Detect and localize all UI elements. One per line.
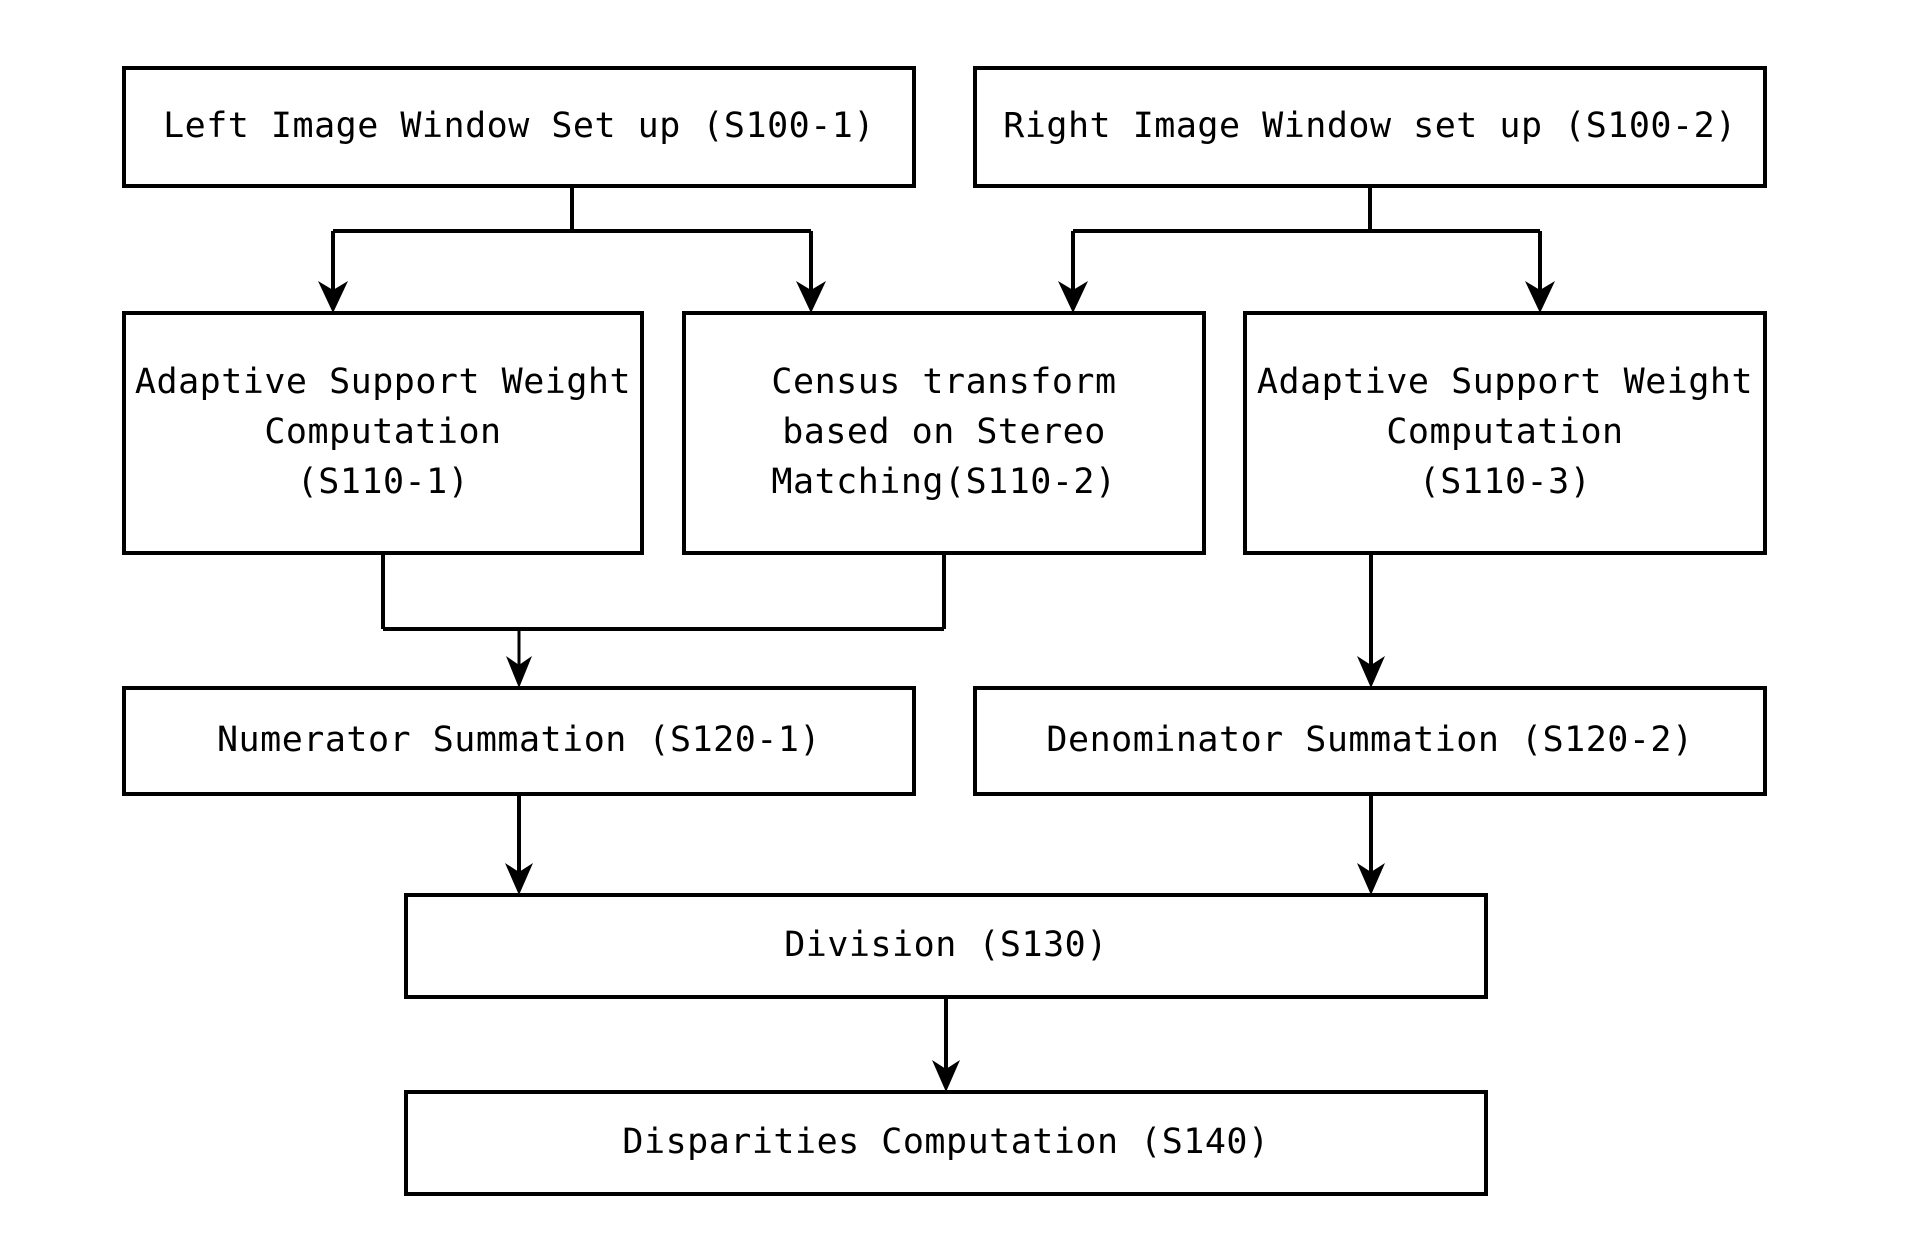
node-box-s140[interactable] [404,1090,1488,1196]
edge-s100-1-split [331,186,813,296]
node-box-s110-2[interactable] [682,311,1206,555]
node-box-s110-3[interactable] [1243,311,1767,555]
flowchart-svg [122,66,1767,1196]
node-box-s130[interactable] [404,893,1488,999]
flowchart-canvas: Left Image Window Set up (S100-1) Right … [0,0,1908,1241]
node-box-s100-2[interactable] [973,66,1767,188]
node-box-s120-2[interactable] [973,686,1767,796]
edge-s100-2-split [1071,186,1542,296]
node-box-s120-1[interactable] [122,686,916,796]
node-box-s110-1[interactable] [122,311,644,555]
node-box-s100-1[interactable] [122,66,916,188]
